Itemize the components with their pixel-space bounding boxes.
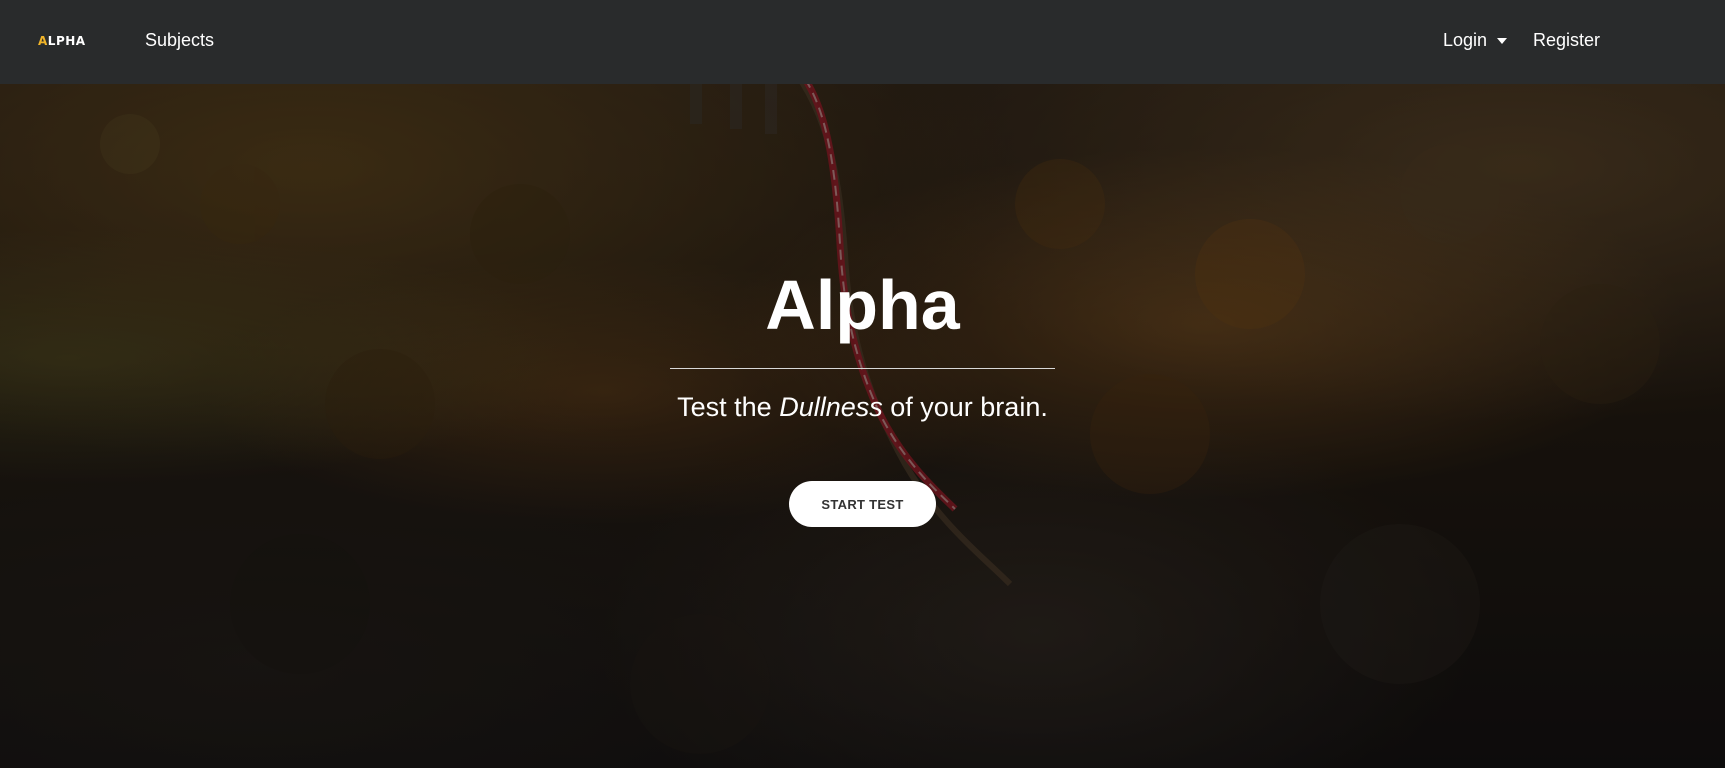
brand-logo[interactable]: ALPHA	[38, 34, 86, 48]
hero-tagline-start: Test the	[677, 392, 780, 422]
nav-login-label: Login	[1443, 30, 1488, 50]
brand-logo-accent: A	[38, 34, 48, 48]
brand-logo-text: LPHA	[47, 34, 86, 48]
hero-background-image	[0, 84, 1725, 768]
hero-tagline: Test the Dullness of your brain.	[0, 392, 1725, 423]
caret-down-icon	[1497, 37, 1508, 44]
hero-section: Alpha Test the Dullness of your brain. S…	[0, 84, 1725, 768]
start-test-button[interactable]: START TEST	[789, 481, 936, 527]
hero-divider	[670, 368, 1055, 369]
nav-subjects-link[interactable]: Subjects	[145, 30, 214, 51]
hero-title: Alpha	[765, 266, 960, 344]
nav-register-link[interactable]: Register	[1533, 30, 1600, 51]
hero-tagline-emphasis: Dullness	[779, 392, 883, 422]
nav-login-dropdown[interactable]: Login	[1443, 30, 1508, 51]
hero-tagline-end: of your brain.	[882, 392, 1048, 422]
top-navbar: ALPHA Subjects Login Register	[0, 0, 1725, 84]
